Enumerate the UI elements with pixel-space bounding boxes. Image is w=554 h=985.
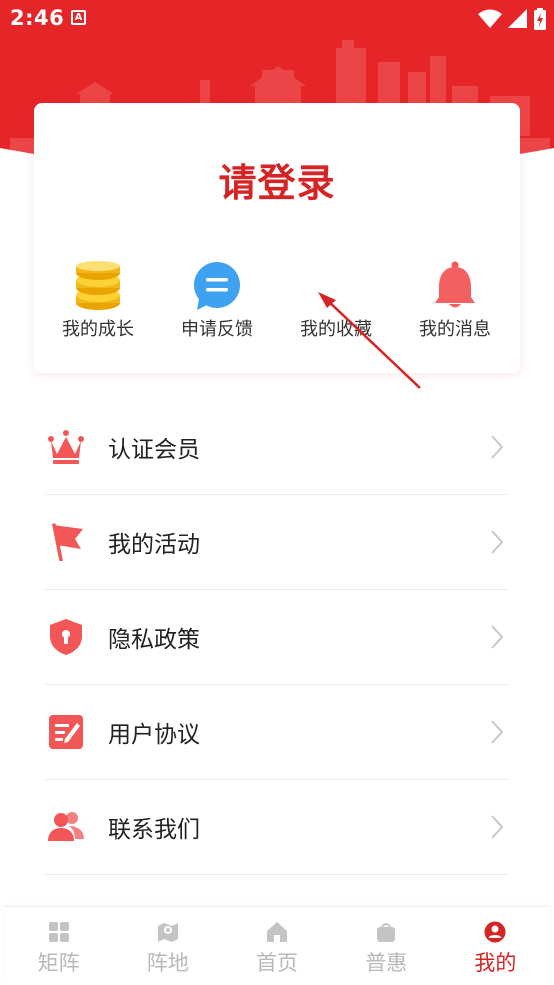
- menu-item-label: 联系我们: [108, 817, 200, 843]
- chevron-right-icon: [491, 435, 504, 459]
- user-icon: [484, 921, 506, 943]
- quick-action-growth[interactable]: 我的成长: [38, 261, 158, 345]
- coins-icon: [76, 261, 120, 310]
- nav-label: 矩阵: [37, 951, 80, 975]
- menu-item-verified-member[interactable]: 认证会员: [45, 400, 508, 495]
- status-time: 2:46: [10, 6, 65, 30]
- nav-label: 普惠: [365, 951, 408, 975]
- menu-item-label: 隐私政策: [108, 627, 200, 653]
- quick-action-label: 我的消息: [419, 319, 491, 340]
- contacts-icon: [48, 812, 84, 841]
- menu-item-contact-us[interactable]: 联系我们: [45, 780, 508, 875]
- flag-icon: [52, 523, 83, 561]
- nav-label: 阵地: [146, 951, 189, 975]
- wifi-icon: [478, 9, 502, 28]
- nav-tab-mine[interactable]: 我的: [441, 907, 550, 985]
- system-icons: [478, 8, 546, 30]
- bottom-nav: 矩阵 阵地 首页 普惠 我的: [4, 906, 550, 985]
- bag-icon: [377, 923, 396, 942]
- nav-tab-home[interactable]: 首页: [222, 907, 331, 985]
- login-prompt[interactable]: 请登录: [34, 152, 520, 207]
- nav-label: 我的: [474, 951, 517, 975]
- chat-bubble-icon: [194, 262, 240, 310]
- map-pin-icon: [157, 923, 178, 942]
- bell-icon: [435, 261, 475, 308]
- chevron-right-icon: [491, 625, 504, 649]
- chevron-right-icon: [491, 720, 504, 744]
- quick-action-feedback[interactable]: 申请反馈: [157, 261, 277, 345]
- profile-card: 请登录 我的成长 申请反馈 我的收藏 我的消息: [34, 103, 520, 389]
- home-icon: [267, 922, 287, 942]
- edit-document-icon: [49, 715, 83, 749]
- grid-icon: [48, 922, 69, 942]
- shield-lock-icon: [50, 619, 82, 655]
- chevron-right-icon: [491, 815, 504, 839]
- menu-item-my-activities[interactable]: 我的活动: [45, 495, 508, 590]
- quick-action-label: 申请反馈: [181, 319, 253, 340]
- menu-item-privacy-policy[interactable]: 隐私政策: [45, 590, 508, 685]
- nav-tab-matrix[interactable]: 矩阵: [4, 907, 113, 985]
- quick-action-messages[interactable]: 我的消息: [395, 261, 515, 345]
- cell-signal-icon: [508, 9, 527, 28]
- nav-tab-benefits[interactable]: 普惠: [332, 907, 441, 985]
- notification-icon: A: [71, 10, 86, 25]
- crown-icon: [48, 430, 84, 464]
- menu-item-label: 认证会员: [108, 437, 200, 463]
- battery-charging-icon: [534, 8, 546, 30]
- quick-action-favorites[interactable]: 我的收藏: [276, 261, 396, 345]
- quick-action-label: 我的收藏: [300, 319, 372, 340]
- status-bar: 2:46 A: [0, 0, 554, 38]
- quick-action-label: 我的成长: [62, 319, 134, 340]
- menu-item-user-agreement[interactable]: 用户协议: [45, 685, 508, 780]
- nav-label: 首页: [256, 951, 298, 975]
- menu-item-label: 用户协议: [108, 722, 200, 748]
- settings-menu: 认证会员 我的活动 隐私政策 用户协议 联系我们: [45, 400, 508, 875]
- chevron-right-icon: [491, 530, 504, 554]
- nav-tab-base[interactable]: 阵地: [113, 907, 222, 985]
- menu-item-label: 我的活动: [108, 532, 200, 558]
